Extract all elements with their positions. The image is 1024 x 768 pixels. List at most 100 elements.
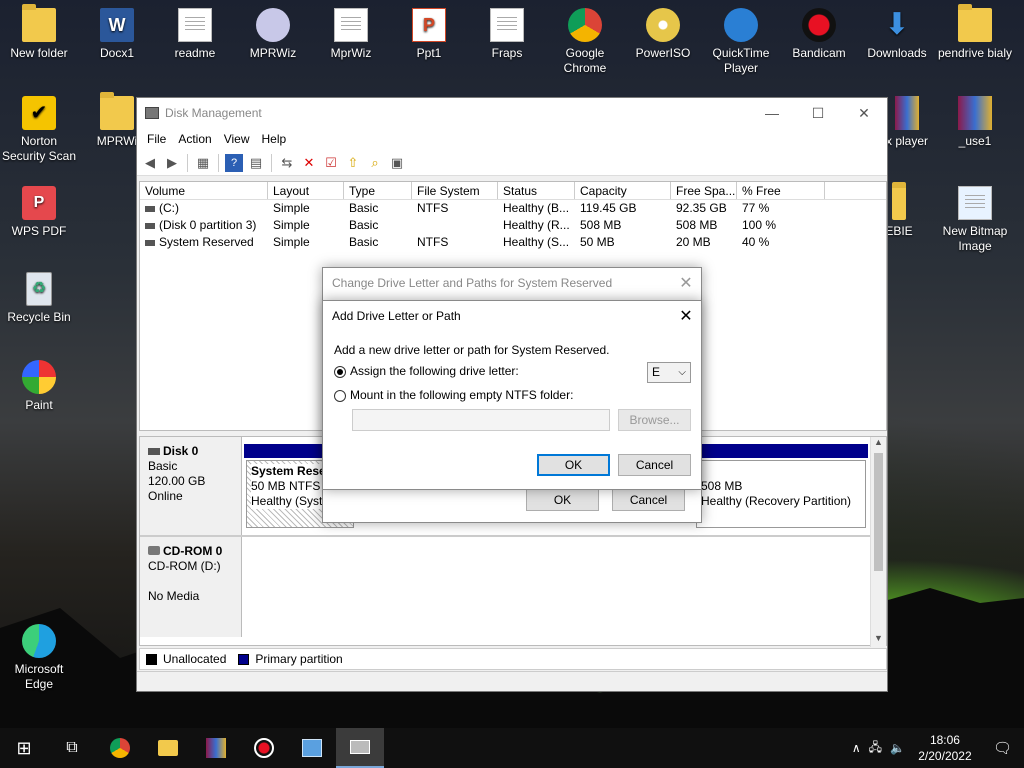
- change-cancel-button[interactable]: Cancel: [612, 489, 685, 511]
- taskbar-control-panel-icon[interactable]: [288, 728, 336, 768]
- window-titlebar[interactable]: Disk Management — ☐ ✕: [137, 98, 887, 128]
- browse-button[interactable]: Browse...: [618, 409, 691, 431]
- col-layout[interactable]: Layout: [268, 182, 344, 199]
- radio-mount-folder[interactable]: [334, 389, 346, 402]
- network-icon[interactable]: 🖧: [865, 738, 886, 759]
- add-ok-button[interactable]: OK: [537, 454, 610, 476]
- col-type[interactable]: Type: [344, 182, 412, 199]
- desktop-icon-bandicam[interactable]: Bandicam: [780, 8, 858, 61]
- assign-letter-option[interactable]: Assign the following drive letter:: [334, 364, 519, 378]
- delete-icon[interactable]: ✕: [300, 154, 318, 172]
- taskbar-winrar-icon[interactable]: [192, 728, 240, 768]
- volume-cell: (C:): [140, 200, 268, 217]
- desktop-icon-fraps[interactable]: Fraps: [468, 8, 546, 61]
- desktop-icon-new-bitmap[interactable]: New Bitmap Image: [936, 186, 1014, 254]
- desktop-icon-new-folder[interactable]: New folder: [0, 4, 78, 61]
- folder-path-input[interactable]: [352, 409, 610, 431]
- properties-icon[interactable]: ▦: [194, 154, 212, 172]
- up-folder-icon[interactable]: ⇧: [344, 154, 362, 172]
- task-view-icon[interactable]: ⧉: [48, 728, 96, 768]
- volume-cell: (Disk 0 partition 3): [140, 217, 268, 234]
- desktop-icon-poweriso[interactable]: PowerISO: [624, 8, 702, 61]
- desktop-icon-edge[interactable]: Microsoft Edge: [0, 624, 78, 692]
- desktop-icon-recycle-bin[interactable]: ♻ Recycle Bin: [0, 272, 78, 325]
- change-ok-button[interactable]: OK: [526, 489, 599, 511]
- menu-file[interactable]: File: [141, 132, 172, 146]
- scroll-thumb[interactable]: [874, 453, 883, 571]
- change-dialog-titlebar[interactable]: Change Drive Letter and Paths for System…: [323, 268, 701, 298]
- volume-icon[interactable]: 🔈: [886, 741, 909, 755]
- forward-arrow-icon[interactable]: ▶: [163, 154, 181, 172]
- word-document-icon: W: [100, 8, 134, 42]
- add-dialog-titlebar[interactable]: Add Drive Letter or Path ✕: [323, 301, 701, 331]
- graphical-view-scrollbar[interactable]: ▲ ▼: [870, 437, 886, 647]
- fraps-icon: [490, 8, 524, 42]
- desktop-icon-mprwiz-shortcut[interactable]: MPRWiz: [234, 8, 312, 61]
- close-icon[interactable]: ✕: [841, 98, 887, 128]
- close-icon[interactable]: ✕: [671, 306, 701, 326]
- radio-assign-letter[interactable]: [334, 365, 346, 378]
- menu-view[interactable]: View: [218, 132, 256, 146]
- disk-0-label[interactable]: Disk 0 Basic 120.00 GB Online: [140, 437, 242, 535]
- desktop-icon-use1[interactable]: _use1: [936, 96, 1014, 149]
- desktop-icon-quicktime[interactable]: QuickTime Player: [702, 8, 780, 76]
- table-row[interactable]: (Disk 0 partition 3) Simple Basic Health…: [140, 217, 886, 234]
- col-free-space[interactable]: Free Spa...: [671, 182, 737, 199]
- folder-icon: [22, 4, 56, 42]
- desktop-icon-downloads[interactable]: ⬇ Downloads: [858, 8, 936, 61]
- scroll-up-icon[interactable]: ▲: [871, 437, 886, 451]
- add-cancel-button[interactable]: Cancel: [618, 454, 691, 476]
- maximize-icon[interactable]: ☐: [795, 98, 841, 128]
- desktop-icon-paint[interactable]: Paint: [0, 360, 78, 413]
- col-status[interactable]: Status: [498, 182, 575, 199]
- clock[interactable]: 18:06 2/20/2022: [909, 732, 981, 764]
- recycle-bin-icon: ♻: [26, 272, 52, 306]
- desktop-icon-norton[interactable]: ✔ Norton Security Scan: [0, 96, 78, 164]
- desktop-icon-mprwiz[interactable]: MprWiz: [312, 8, 390, 61]
- table-row[interactable]: System Reserved Simple Basic NTFS Health…: [140, 234, 886, 251]
- mount-folder-option[interactable]: Mount in the following empty NTFS folder…: [334, 388, 573, 402]
- chevron-up-icon[interactable]: ∧: [848, 741, 865, 755]
- capacity-cell: 119.45 GB: [580, 201, 637, 215]
- connect-icon[interactable]: ⇆: [278, 154, 296, 172]
- col-file-system[interactable]: File System: [412, 182, 498, 199]
- clock-time: 18:06: [929, 733, 960, 747]
- chrome-icon: [110, 738, 130, 758]
- partition-recovery[interactable]: 508 MB Healthy (Recovery Partition): [696, 460, 866, 528]
- help-icon[interactable]: ?: [225, 153, 243, 172]
- drive-letter-select[interactable]: E ⌵: [647, 362, 691, 383]
- desktop-icon-readme[interactable]: readme: [156, 8, 234, 61]
- cdrom-0-label[interactable]: CD-ROM 0 CD-ROM (D:) No Media: [140, 537, 242, 637]
- scroll-down-icon[interactable]: ▼: [871, 633, 886, 647]
- taskbar-bandicam-icon[interactable]: [240, 728, 288, 768]
- drive-icon: [145, 222, 155, 229]
- desktop-icon-wps-pdf[interactable]: P WPS PDF: [0, 186, 78, 239]
- taskbar-file-explorer-icon[interactable]: [144, 728, 192, 768]
- menu-help[interactable]: Help: [256, 132, 293, 146]
- quicktime-icon: [724, 8, 758, 42]
- minimize-icon[interactable]: —: [749, 98, 795, 128]
- start-windows-icon[interactable]: ⊞: [0, 728, 48, 768]
- volume-cell: System Reserved: [140, 234, 268, 251]
- close-icon[interactable]: ✕: [671, 273, 701, 293]
- col-volume[interactable]: Volume: [140, 182, 268, 199]
- check-icon[interactable]: ☑: [322, 154, 340, 172]
- status-bar: [137, 671, 887, 691]
- desktop-icon-google-chrome[interactable]: Google Chrome: [546, 8, 624, 76]
- desktop-icon-docx1[interactable]: W Docx1: [78, 8, 156, 61]
- desktop-icon-pendrive-bialy[interactable]: pendrive bialy: [936, 4, 1014, 61]
- col-percent-free[interactable]: % Free: [737, 182, 825, 199]
- col-capacity[interactable]: Capacity: [575, 182, 671, 199]
- taskbar-disk-management-icon[interactable]: [336, 728, 384, 768]
- layout-cell: Simple: [273, 201, 310, 215]
- desktop-icon-ppt1[interactable]: P Ppt1: [390, 8, 468, 61]
- search-icon[interactable]: ⌕: [366, 154, 384, 172]
- menu-action[interactable]: Action: [172, 132, 217, 146]
- taskbar-chrome-icon[interactable]: [96, 728, 144, 768]
- notifications-icon[interactable]: 🗨: [981, 739, 1024, 757]
- table-row[interactable]: (C:) Simple Basic NTFS Healthy (B... 119…: [140, 200, 886, 217]
- back-arrow-icon[interactable]: ◀: [141, 154, 159, 172]
- console-icon[interactable]: ▣: [388, 154, 406, 172]
- view-list-icon[interactable]: ▤: [247, 154, 265, 172]
- disk-separator: [140, 535, 872, 537]
